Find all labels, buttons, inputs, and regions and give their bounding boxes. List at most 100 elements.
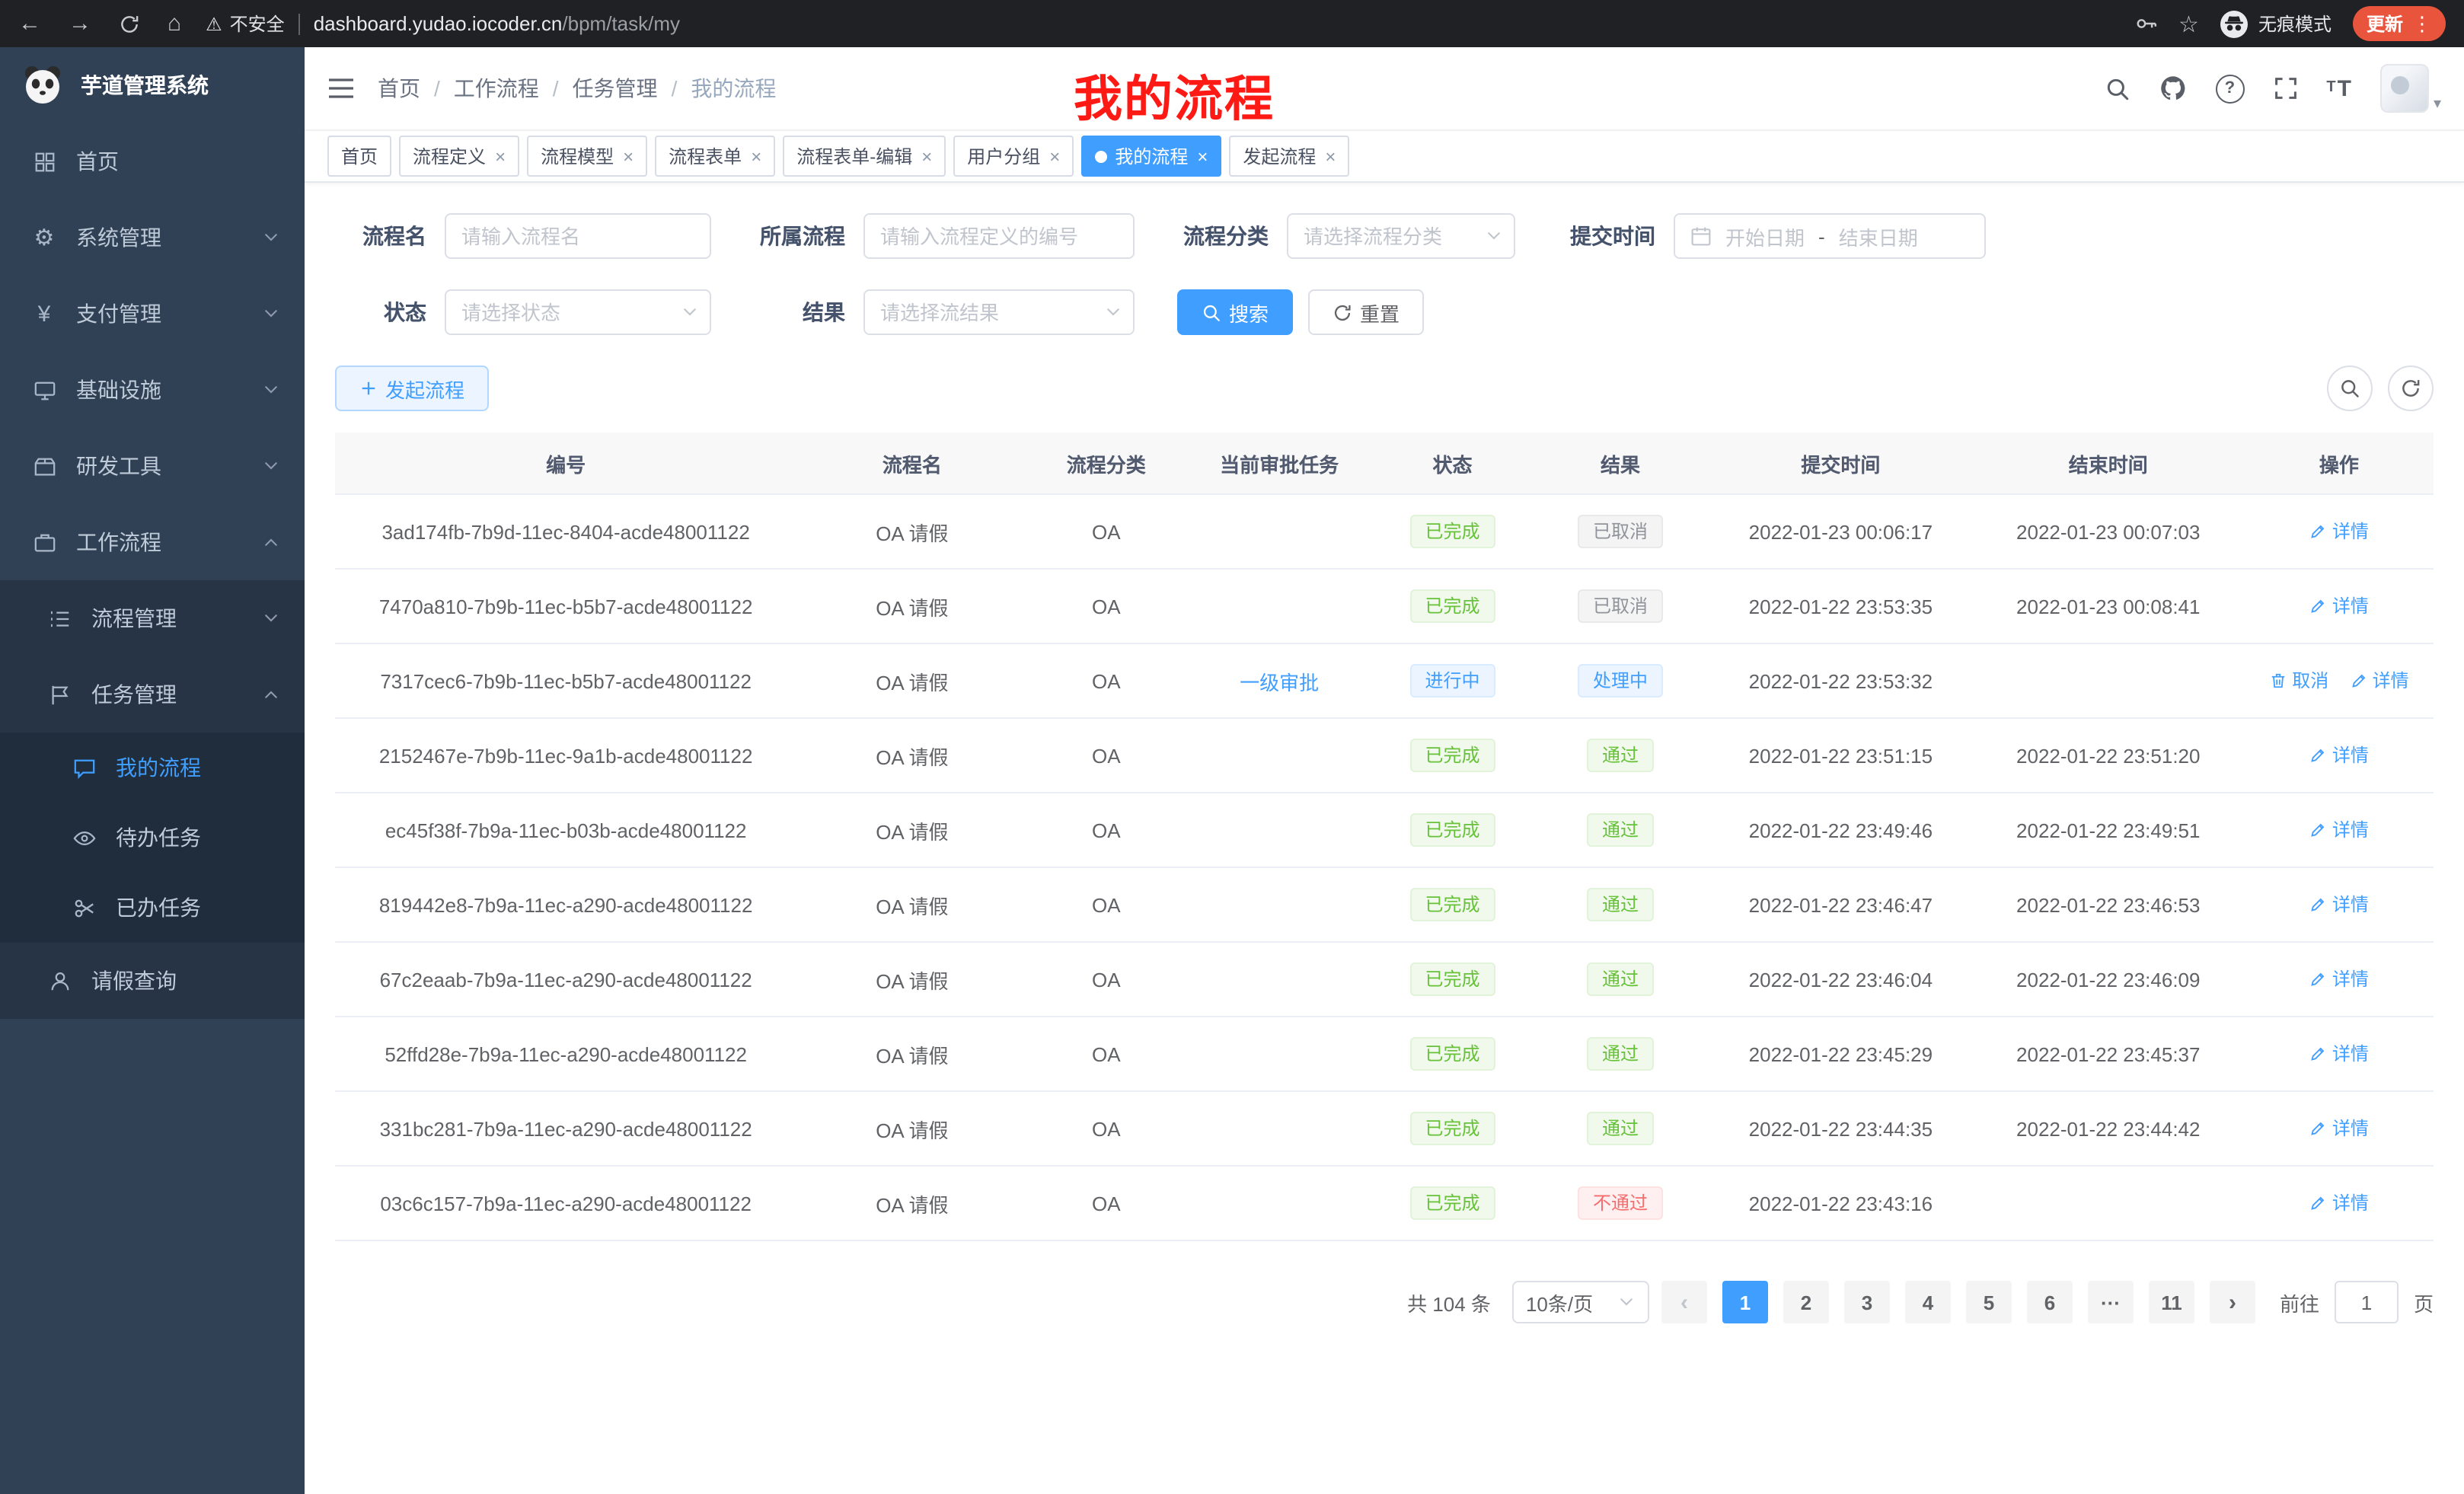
process-definition-input[interactable] bbox=[863, 213, 1135, 259]
help-icon[interactable]: ? bbox=[2215, 74, 2244, 103]
not-secure-warning[interactable]: ⚠ 不安全 bbox=[206, 11, 285, 37]
page-button-4[interactable]: 4 bbox=[1905, 1281, 1951, 1323]
goto-page-input[interactable] bbox=[2335, 1281, 2399, 1323]
sidebar-item-todo-tasks[interactable]: 待办任务 bbox=[0, 803, 305, 873]
result-tag: 已取消 bbox=[1578, 589, 1663, 623]
sidebar-item-system[interactable]: ⚙ 系统管理 bbox=[0, 200, 305, 276]
page-button-1[interactable]: 1 bbox=[1722, 1281, 1768, 1323]
caret-down-icon: ▾ bbox=[2434, 96, 2441, 113]
tab-home[interactable]: 首页 bbox=[327, 136, 391, 177]
process-name-input[interactable] bbox=[445, 213, 711, 259]
sidebar-item-devtools[interactable]: 研发工具 bbox=[0, 428, 305, 504]
page-button-2[interactable]: 2 bbox=[1783, 1281, 1829, 1323]
detail-link[interactable]: 详情 bbox=[2309, 519, 2369, 544]
sidebar-item-task-mgmt[interactable]: 任务管理 bbox=[0, 656, 305, 733]
flag-icon bbox=[46, 683, 73, 706]
sidebar-item-infra[interactable]: 基础设施 bbox=[0, 352, 305, 428]
address-bar[interactable]: ⚠ 不安全 dashboard.yudao.iocoder.cn/bpm/tas… bbox=[206, 11, 2134, 37]
page-button-11[interactable]: 11 bbox=[2149, 1281, 2194, 1323]
browser-home-icon[interactable]: ⌂ bbox=[168, 12, 181, 35]
eye-icon bbox=[70, 826, 97, 849]
font-size-icon[interactable]: TT bbox=[2326, 77, 2351, 100]
tab-process-form[interactable]: 流程表单× bbox=[655, 136, 775, 177]
active-dot bbox=[1095, 150, 1107, 162]
tab-process-model[interactable]: 流程模型× bbox=[527, 136, 647, 177]
category-label: 流程分类 bbox=[1177, 221, 1269, 251]
password-key-icon[interactable] bbox=[2134, 12, 2157, 35]
close-icon[interactable]: × bbox=[1049, 145, 1060, 167]
browser-forward-icon[interactable]: → bbox=[69, 12, 91, 35]
header-search-icon[interactable] bbox=[2104, 75, 2130, 101]
start-date-placeholder: 开始日期 bbox=[1725, 222, 1805, 251]
fullscreen-icon[interactable] bbox=[2273, 76, 2297, 101]
current-task-link[interactable]: 一级审批 bbox=[1240, 671, 1319, 694]
detail-link[interactable]: 详情 bbox=[2309, 1116, 2369, 1141]
refresh-table-button[interactable] bbox=[2388, 366, 2434, 411]
sidebar-item-process-mgmt[interactable]: 流程管理 bbox=[0, 580, 305, 656]
detail-link[interactable]: 详情 bbox=[2309, 742, 2369, 768]
more-pages-button[interactable]: ··· bbox=[2088, 1281, 2134, 1323]
github-icon[interactable] bbox=[2159, 75, 2186, 102]
status-tag: 已完成 bbox=[1410, 739, 1495, 772]
page-size-select[interactable]: 10条/页 bbox=[1512, 1281, 1649, 1323]
detail-link[interactable]: 详情 bbox=[2309, 1190, 2369, 1216]
range-separator: - bbox=[1818, 225, 1825, 247]
status-label: 状态 bbox=[335, 297, 426, 327]
browser-update-button[interactable]: 更新 ⋮ bbox=[2353, 6, 2446, 41]
category-select[interactable] bbox=[1287, 213, 1515, 259]
next-page-button[interactable]: › bbox=[2210, 1281, 2255, 1323]
breadcrumb-item[interactable]: 任务管理 bbox=[573, 73, 658, 104]
cancel-link[interactable]: 取消 bbox=[2269, 668, 2328, 694]
detail-link[interactable]: 详情 bbox=[2309, 593, 2369, 619]
user-menu[interactable]: ▾ bbox=[2380, 64, 2441, 113]
page-button-6[interactable]: 6 bbox=[2027, 1281, 2073, 1323]
browser-reload-icon[interactable] bbox=[119, 13, 140, 34]
detail-link[interactable]: 详情 bbox=[2350, 668, 2409, 694]
update-label: 更新 bbox=[2367, 11, 2403, 37]
browser-back-icon[interactable]: ← bbox=[18, 12, 41, 35]
bookmark-star-icon[interactable]: ☆ bbox=[2178, 10, 2199, 37]
detail-link[interactable]: 详情 bbox=[2309, 817, 2369, 843]
tab-process-form-edit[interactable]: 流程表单-编辑× bbox=[783, 136, 946, 177]
date-range-input[interactable]: 开始日期 - 结束日期 bbox=[1674, 213, 1986, 259]
browser-menu-icon[interactable]: ⋮ bbox=[2412, 11, 2432, 36]
close-icon[interactable]: × bbox=[1197, 145, 1208, 167]
tab-my-process[interactable]: 我的流程× bbox=[1081, 136, 1221, 177]
hamburger-icon[interactable] bbox=[327, 76, 355, 101]
close-icon[interactable]: × bbox=[1325, 145, 1336, 167]
status-tag: 已完成 bbox=[1410, 1186, 1495, 1220]
end-date-placeholder: 结束日期 bbox=[1839, 222, 1918, 251]
sidebar-item-payment[interactable]: ¥ 支付管理 bbox=[0, 276, 305, 352]
avatar[interactable] bbox=[2380, 64, 2429, 113]
breadcrumb-item[interactable]: 工作流程 bbox=[454, 73, 539, 104]
page-button-5[interactable]: 5 bbox=[1966, 1281, 2012, 1323]
detail-link[interactable]: 详情 bbox=[2309, 1041, 2369, 1067]
close-icon[interactable]: × bbox=[495, 145, 506, 167]
tab-process-definition[interactable]: 流程定义× bbox=[399, 136, 519, 177]
close-icon[interactable]: × bbox=[623, 145, 634, 167]
sidebar-item-workflow[interactable]: 工作流程 bbox=[0, 504, 305, 580]
tab-initiate-process[interactable]: 发起流程× bbox=[1229, 136, 1349, 177]
col-status: 状态 bbox=[1374, 433, 1531, 494]
sidebar-item-leave-query[interactable]: 请假查询 bbox=[0, 943, 305, 1019]
create-process-button[interactable]: 发起流程 bbox=[335, 366, 489, 411]
close-icon[interactable]: × bbox=[751, 145, 761, 167]
close-icon[interactable]: × bbox=[921, 145, 932, 167]
sidebar-item-my-process[interactable]: 我的流程 bbox=[0, 733, 305, 803]
reset-button[interactable]: 重置 bbox=[1308, 289, 1424, 335]
prev-page-button[interactable]: ‹ bbox=[1661, 1281, 1707, 1323]
search-button[interactable]: 搜索 bbox=[1177, 289, 1293, 335]
status-tag: 已完成 bbox=[1410, 1112, 1495, 1145]
status-select[interactable] bbox=[445, 289, 711, 335]
detail-link[interactable]: 详情 bbox=[2309, 966, 2369, 992]
sidebar-item-home[interactable]: 首页 bbox=[0, 123, 305, 200]
toggle-search-button[interactable] bbox=[2327, 366, 2373, 411]
tab-user-group[interactable]: 用户分组× bbox=[953, 136, 1074, 177]
result-select[interactable] bbox=[863, 289, 1135, 335]
breadcrumb-item[interactable]: 首页 bbox=[378, 73, 420, 104]
briefcase-icon bbox=[30, 531, 58, 554]
sidebar-item-done-tasks[interactable]: 已办任务 bbox=[0, 873, 305, 943]
detail-link[interactable]: 详情 bbox=[2309, 892, 2369, 918]
incognito-badge: 无痕模式 bbox=[2220, 10, 2332, 37]
page-button-3[interactable]: 3 bbox=[1844, 1281, 1890, 1323]
